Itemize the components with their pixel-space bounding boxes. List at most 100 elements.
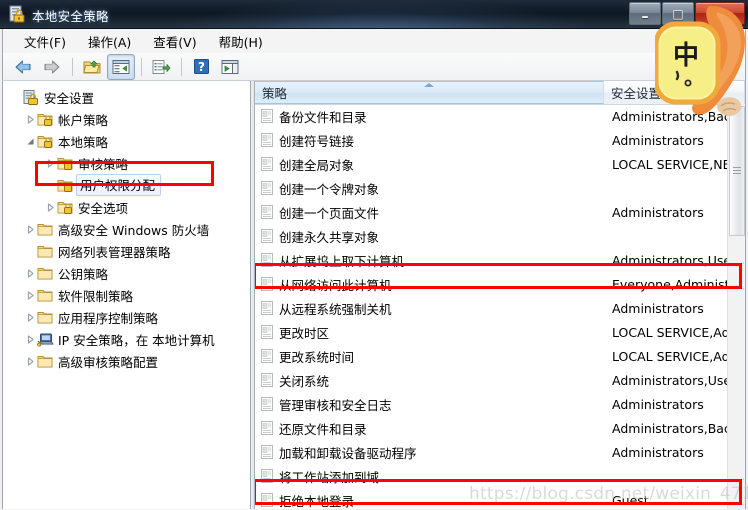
up-folder-icon[interactable] [78,54,106,80]
policy-icon [260,157,274,171]
tree-node-security-options[interactable]: 安全选项 [3,196,250,218]
ip-security-icon [37,332,54,347]
column-policy-label: 策略 [262,86,288,101]
table-row[interactable]: 创建全局对象 LOCAL SERVICE,NETW [255,152,728,176]
policy-setting: LOCAL SERVICE,NETW [612,156,728,172]
tree-node-ip-security-policies[interactable]: IP 安全策略，在 本地计算机 [3,328,250,350]
table-row[interactable]: 创建一个令牌对象 [255,176,728,200]
folder-icon [37,354,54,369]
column-policy[interactable]: 策略 [255,81,604,104]
expander-none [23,244,37,258]
tree-node-advanced-audit-policy[interactable]: 高级审核策略配置 [3,350,250,372]
table-row[interactable]: 从扩展坞上取下计算机. Administrators,Users [255,248,728,272]
policy-name: 管理审核和安全日志 [279,397,392,413]
back-icon[interactable] [9,54,37,80]
policy-setting: Administrators [612,444,704,460]
tree-label: 安全设置 [44,90,95,106]
policy-icon [260,493,274,507]
table-row[interactable]: 更改时区 LOCAL SERVICE,Admi [255,320,728,344]
policy-icon [260,325,274,339]
chevron-right-icon[interactable] [23,288,37,302]
tree-node-account-policies[interactable]: 帐户策略 [3,108,250,130]
toolbar-separator-3 [181,57,182,76]
tree-node-software-restriction[interactable]: 软件限制策略 [3,284,250,306]
tree-label: 应用程序控制策略 [58,310,159,326]
table-row[interactable]: 创建永久共享对象 [255,224,728,248]
policy-setting: Administrators [612,132,704,148]
column-setting-label: 安全设置 [611,86,662,101]
column-setting[interactable]: 安全设置 [604,81,745,104]
tree-label: 网络列表管理器策略 [58,244,171,260]
chevron-right-icon[interactable] [23,310,37,324]
tree-label: 本地策略 [58,134,109,150]
policy-setting: Administrators [612,396,704,412]
tree-label: 用户权限分配 [76,174,162,196]
folder-icon [37,222,54,237]
policy-name: 创建一个页面文件 [279,205,380,221]
tree-node-application-control[interactable]: 应用程序控制策略 [3,306,250,328]
list-rows: 备份文件和目录 Administrators,Backup 创建符号链接 Adm… [255,104,728,509]
chevron-right-icon[interactable] [23,332,37,346]
table-row[interactable]: 备份文件和目录 Administrators,Backup [255,104,728,128]
tree-node-security-settings[interactable]: 安全设置 [3,86,250,108]
console-root-icon [23,89,40,105]
chevron-right-icon[interactable] [23,112,37,126]
scrollbar-thumb[interactable] [729,106,745,236]
folder-icon [37,288,54,303]
help-icon[interactable]: ? [187,54,215,80]
policy-name: 将工作站添加到域 [279,469,380,485]
menu-view[interactable]: 查看(V) [144,30,205,53]
policy-name: 更改系统时间 [279,349,355,365]
tree-node-audit-policy[interactable]: 审核策略 [3,152,250,174]
table-row[interactable]: 从远程系统强制关机 Administrators [255,296,728,320]
table-row[interactable]: 创建符号链接 Administrators [255,128,728,152]
tree-label: 高级安全 Windows 防火墙 [58,222,210,238]
policy-setting: Administrators,Backup [612,108,728,124]
maximize-button[interactable]: □ [662,2,694,25]
tree-label: IP 安全策略，在 本地计算机 [58,332,215,348]
chevron-right-icon[interactable] [23,354,37,368]
chevron-right-icon[interactable] [23,266,37,280]
table-row[interactable]: 还原文件和目录 Administrators,Backu [255,416,728,440]
table-row[interactable]: 关闭系统 Administrators,Users [255,368,728,392]
folder-icon [37,244,54,259]
policy-icon [260,277,274,291]
tree-node-public-key-policies[interactable]: 公钥策略 [3,262,250,284]
policy-icon [260,133,274,147]
tree-node-network-list-manager[interactable]: 网络列表管理器策略 [3,240,250,262]
chevron-down-icon[interactable] [23,134,37,148]
show-tree-icon[interactable] [107,53,135,80]
table-row[interactable]: 从网络访问此计算机 Everyone,Administra [255,272,728,296]
policy-setting: Administrators,Backu [612,420,728,436]
policy-name: 创建全局对象 [279,157,355,173]
tree-node-windows-firewall[interactable]: 高级安全 Windows 防火墙 [3,218,250,240]
chevron-right-icon[interactable] [23,222,37,236]
tree-node-local-policies[interactable]: 本地策略 [3,130,250,152]
show-action-pane-icon[interactable] [216,54,244,80]
toolbar-separator-1 [72,57,73,76]
vertical-scrollbar[interactable] [727,104,745,509]
table-row[interactable]: 更改系统时间 LOCAL SERVICE,Admi [255,344,728,368]
svg-text:?: ? [198,60,205,74]
menu-action[interactable]: 操作(A) [79,30,140,53]
menu-help[interactable]: 帮助(H) [210,30,272,53]
tree-label: 审核策略 [78,156,129,172]
title-bar: 本地安全策略 – □ X [0,0,748,29]
menu-file[interactable]: 文件(F) [15,30,75,53]
table-row[interactable]: 创建一个页面文件 Administrators [255,200,728,224]
minimize-button[interactable]: – [629,2,661,25]
tree-node-user-rights-assignment[interactable]: 用户权限分配 [3,174,250,196]
export-list-icon[interactable] [147,54,175,80]
table-row[interactable]: 加载和卸载设备驱动程序 Administrators [255,440,728,464]
policy-setting: Everyone,Administra [612,276,728,292]
chevron-right-icon[interactable] [43,156,57,170]
forward-icon[interactable] [38,54,66,80]
policy-folder-icon [37,112,54,127]
tree-label: 高级审核策略配置 [58,354,159,370]
policy-setting: Administrators [612,204,704,220]
expander-none [9,90,23,104]
table-row[interactable]: 管理审核和安全日志 Administrators [255,392,728,416]
close-button[interactable]: X [695,2,745,25]
menu-bar: 文件(F) 操作(A) 查看(V) 帮助(H) [2,29,746,53]
chevron-right-icon[interactable] [43,200,57,214]
